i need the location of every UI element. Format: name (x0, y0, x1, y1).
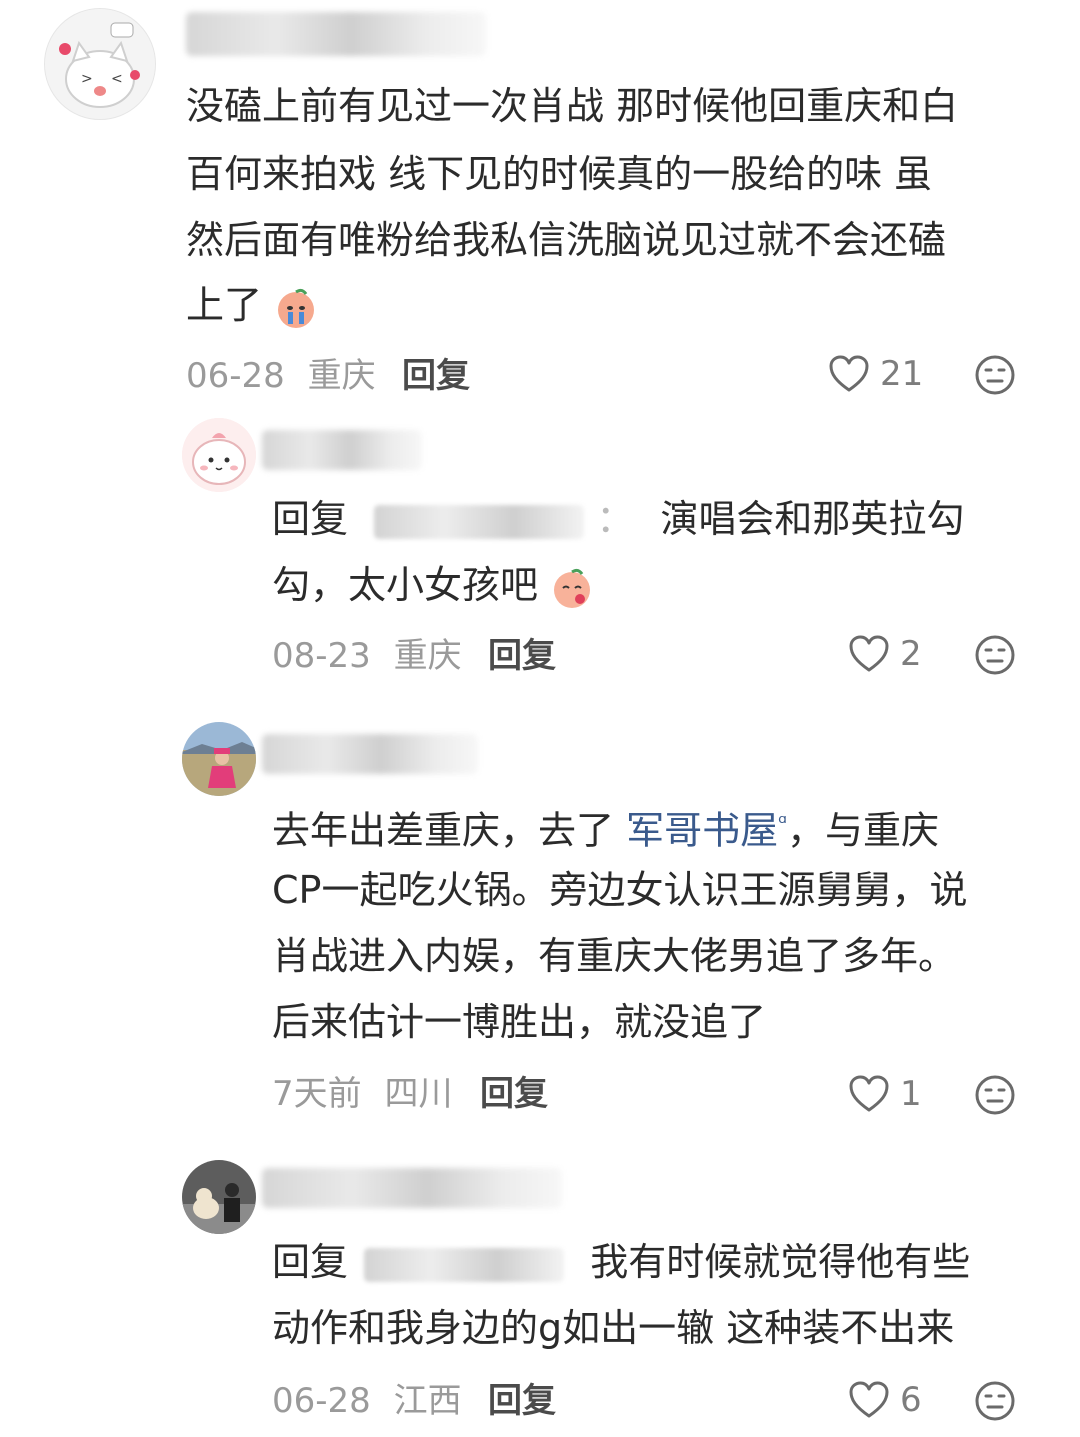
comment-date: 06-28 (186, 356, 285, 396)
heart-outline-icon (849, 1381, 889, 1418)
book-shop-link[interactable]: 军哥书屋 (626, 809, 778, 853)
like-button[interactable]: 1 (848, 1074, 922, 1114)
comment-text: 动作和我身边的g如出一辙 这种装不出来 (272, 1306, 955, 1350)
comment-text: 上了 (186, 283, 263, 327)
avatar[interactable]: > < (44, 8, 156, 120)
comment-text-last: 上了 (186, 283, 318, 330)
like-button[interactable]: 2 (848, 634, 922, 674)
dislike-button[interactable] (974, 634, 1016, 680)
comment-text: 后来估计一博胜出，就没追了 (272, 1000, 767, 1044)
reply-separator: ： (596, 497, 635, 541)
frown-face-icon (975, 1381, 1015, 1421)
comment-text: 肖战进入内娱，有重庆大佬男追了多年。 (272, 934, 957, 978)
username-redacted[interactable] (186, 12, 486, 56)
comment-date: 06-28 (272, 1381, 371, 1421)
reply-button[interactable]: 回复 (480, 1074, 548, 1114)
mentioned-user-redacted[interactable] (364, 1247, 565, 1282)
cat-avatar-icon: > < (45, 9, 155, 119)
heart-outline-icon (829, 355, 869, 392)
comment-text: 百何来拍戏 线下见的时候真的一股给的味 虽 (186, 152, 933, 196)
dislike-button[interactable] (974, 354, 1016, 400)
comment-meta: 06-28 江西 (272, 1381, 462, 1421)
username-redacted[interactable] (262, 734, 478, 774)
comment-text: 我有时候就觉得他有些 (590, 1240, 971, 1284)
comment-meta: 08-23 重庆 (272, 636, 462, 676)
comment-meta: 06-28 重庆 (186, 356, 376, 396)
frown-face-icon (975, 355, 1015, 395)
dislike-button[interactable] (974, 1074, 1016, 1120)
comment-text: 没磕上前有见过一次肖战 那时候他回重庆和白 (186, 84, 959, 128)
avatar[interactable] (182, 722, 256, 796)
svg-text:>: > (81, 71, 93, 87)
like-button[interactable]: 21 (828, 354, 923, 394)
reply-text-line: 回复 我有时候就觉得他有些 (272, 1240, 970, 1284)
like-count: 21 (880, 354, 924, 394)
avatar[interactable] (182, 1160, 256, 1234)
comment-location: 重庆 (307, 356, 376, 396)
comment-location: 重庆 (393, 636, 462, 676)
like-count: 6 (900, 1380, 922, 1420)
frown-face-icon (975, 1075, 1015, 1115)
username-redacted[interactable] (262, 430, 422, 470)
username-redacted[interactable] (262, 1168, 562, 1208)
reply-button[interactable]: 回复 (402, 356, 470, 396)
photo-avatar-icon (182, 1160, 256, 1234)
comment-text: ，与重庆 (787, 808, 940, 853)
mentioned-user-redacted[interactable] (374, 504, 585, 539)
comment-text: 演唱会和那英拉勾 (660, 497, 965, 541)
comment-date: 08-23 (272, 636, 371, 676)
frown-face-icon (975, 635, 1015, 675)
heart-outline-icon (849, 635, 889, 672)
reply-button[interactable]: 回复 (488, 636, 556, 676)
comment-text: 勾，太小女孩吧 (272, 563, 539, 607)
reply-prefix: 回复 (272, 1240, 349, 1284)
reply-button[interactable]: 回复 (488, 1381, 556, 1421)
dislike-button[interactable] (974, 1380, 1016, 1426)
peach-crying-emoji-icon (278, 288, 315, 328)
like-count: 1 (900, 1074, 922, 1114)
pink-character-avatar-icon (182, 418, 256, 492)
like-count: 2 (900, 634, 922, 674)
search-mark-icon[interactable]: ᵅ (778, 811, 787, 836)
photo-avatar-icon (182, 722, 256, 796)
comment-date: 7天前 (272, 1074, 362, 1114)
comment-location: 四川 (384, 1074, 453, 1114)
heart-outline-icon (849, 1075, 889, 1112)
reply-text-line: 勾，太小女孩吧 (272, 563, 594, 610)
reply-text-line: 去年出差重庆，去了 军哥书屋ᵅ，与重庆 (272, 802, 939, 853)
avatar[interactable] (182, 418, 256, 492)
comment-location: 江西 (393, 1381, 462, 1421)
svg-text:<: < (111, 71, 123, 87)
comment-text: 去年出差重庆，去了 (272, 808, 627, 853)
comment-meta: 7天前 四川 (272, 1074, 452, 1114)
comment-text: CP一起吃火锅。旁边女认识王源舅舅，说 (272, 868, 968, 912)
reply-prefix: 回复 (272, 497, 349, 541)
comment-text: 然后面有唯粉给我私信洗脑说见过就不会还磕 (186, 218, 947, 262)
like-button[interactable]: 6 (848, 1380, 922, 1420)
reply-text-line: 回复 ： 演唱会和那英拉勾 (272, 497, 964, 541)
peach-shy-emoji-icon (554, 568, 591, 608)
